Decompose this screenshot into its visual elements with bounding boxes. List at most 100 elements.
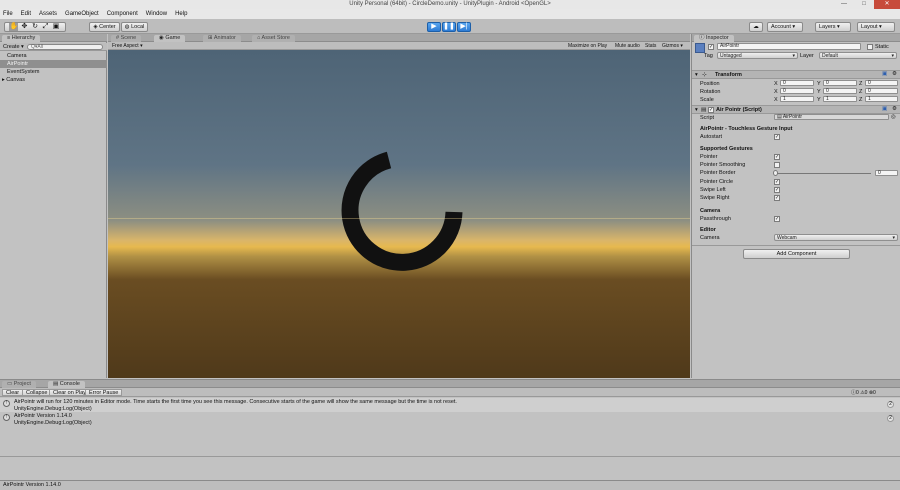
pointer-circle-label: Pointer Circle — [700, 179, 734, 185]
layer-label: Layer — [800, 53, 814, 59]
swipe-left-checkbox[interactable]: ✓ — [774, 187, 780, 193]
help-icon[interactable]: ▣ — [882, 71, 887, 77]
object-name-field[interactable]: AirPointr — [717, 43, 861, 50]
log-entry[interactable]: ! AirPointr Version 1.14.0 UnityEngine.D… — [0, 412, 900, 426]
move-tool-icon[interactable]: ✥ — [20, 23, 29, 31]
script-component-header[interactable]: ▾ ▤ ✓ Air Pointr (Script) ▣ ⚙ — [692, 105, 900, 114]
stats-toggle[interactable]: Stats — [645, 43, 656, 49]
pointer-border-value-field[interactable]: 0 — [875, 170, 898, 176]
rotate-tool-icon[interactable]: ↻ — [31, 23, 40, 31]
layout-dropdown[interactable]: Layout ▾ — [857, 22, 895, 32]
scale-label: Scale — [700, 97, 714, 103]
script-object-field[interactable]: ▤ AirPointr — [774, 114, 889, 120]
pivot-center-toggle[interactable]: ◈ Center — [89, 22, 120, 32]
game-toolbar: Free Aspect ▾ Maximize on Play Mute audi… — [108, 42, 690, 50]
scale-tool-icon[interactable]: ⤢ — [41, 23, 50, 31]
pointer-smoothing-checkbox[interactable] — [774, 162, 780, 168]
tab-hierarchy[interactable]: ≡ Hierarchy — [2, 35, 41, 42]
pointer-border-slider-track[interactable] — [775, 173, 871, 174]
close-button[interactable]: ✕ — [874, 0, 900, 9]
position-z-field[interactable]: 0 — [865, 80, 898, 86]
layers-dropdown[interactable]: Layers ▾ — [815, 22, 851, 32]
clear-button[interactable]: Clear — [2, 389, 24, 396]
menu-component[interactable]: Component — [107, 11, 138, 17]
progress-ring-icon — [341, 151, 463, 271]
layer-dropdown[interactable]: Default ▾ — [819, 52, 897, 59]
active-checkbox[interactable]: ✓ — [708, 44, 714, 50]
axis-y-label: Y — [817, 97, 821, 103]
error-pause-button[interactable]: Error Pause — [85, 389, 123, 396]
menu-window[interactable]: Window — [146, 11, 167, 17]
component-enabled-checkbox[interactable]: ✓ — [708, 107, 714, 113]
loading-ring-arc — [341, 151, 463, 271]
menu-edit[interactable]: Edit — [21, 11, 31, 17]
tab-animator[interactable]: ⊞ Animator — [203, 35, 241, 42]
position-y-field[interactable]: 0 — [823, 80, 857, 86]
collapse-button[interactable]: Collapse — [22, 389, 52, 396]
transform-title: Transform — [715, 72, 742, 78]
add-component-button[interactable]: Add Component — [743, 249, 850, 259]
play-button[interactable]: ▶ — [427, 22, 441, 32]
cloud-icon: ☁ — [753, 24, 759, 30]
aspect-dropdown[interactable]: Free Aspect ▾ — [112, 43, 143, 49]
chevron-down-icon: ▾ — [891, 53, 894, 59]
object-picker-icon[interactable]: ◎ — [891, 114, 896, 120]
hierarchy-search-input[interactable]: Q▾All — [27, 44, 103, 50]
hand-tool-icon[interactable]: ✋ — [9, 23, 19, 31]
hierarchy-item-airpointr[interactable]: AirPointr — [0, 60, 107, 68]
tab-project[interactable]: ▭ Project — [2, 381, 36, 388]
passthrough-label: Passthrough — [700, 216, 731, 222]
log-entry[interactable]: ! AirPointr will run for 120 minutes in … — [0, 398, 900, 412]
minimize-button[interactable]: — — [834, 0, 854, 9]
step-button[interactable]: ▶| — [457, 22, 471, 32]
scale-y-field[interactable]: 1 — [823, 96, 857, 102]
menu-help[interactable]: Help — [175, 11, 187, 17]
account-dropdown[interactable]: Account ▾ — [767, 22, 803, 32]
maximize-button[interactable]: □ — [854, 0, 874, 9]
settings-gear-icon[interactable]: ⚙ — [892, 106, 897, 112]
autostart-checkbox[interactable]: ✓ — [774, 134, 780, 140]
help-icon[interactable]: ▣ — [882, 106, 887, 112]
pointer-checkbox[interactable]: ✓ — [774, 154, 780, 160]
game-viewport[interactable] — [108, 50, 690, 378]
menu-gameobject[interactable]: GameObject — [65, 11, 99, 17]
clear-on-play-button[interactable]: Clear on Play — [49, 389, 91, 396]
scale-z-field[interactable]: 1 — [865, 96, 898, 102]
console-detail-divider[interactable] — [0, 456, 900, 457]
tag-dropdown[interactable]: Untagged ▾ — [717, 52, 798, 59]
editor-camera-dropdown[interactable]: Webcam ▾ — [774, 234, 898, 241]
settings-gear-icon[interactable]: ⚙ — [892, 71, 897, 77]
static-checkbox[interactable] — [867, 44, 873, 50]
console-panel: ▭ Project ▤ Console Clear Collapse Clear… — [0, 379, 900, 480]
maximize-on-play-toggle[interactable]: Maximize on Play — [568, 43, 607, 49]
create-dropdown[interactable]: Create ▾ — [3, 43, 24, 51]
scale-x-field[interactable]: 1 — [780, 96, 814, 102]
hierarchy-item-eventsystem[interactable]: EventSystem — [0, 68, 107, 76]
cloud-button[interactable]: ☁ — [749, 22, 763, 32]
transform-header[interactable]: ▾ ⊹ Transform ▣ ⚙ — [692, 70, 900, 79]
tab-console[interactable]: ▤ Console — [48, 381, 85, 388]
game-panel: # Scene ◉ Game ⊞ Animator ⌂ Asset Store … — [108, 34, 690, 378]
rotation-z-field[interactable]: 0 — [865, 88, 898, 94]
rect-tool-icon[interactable]: ▣ — [52, 23, 61, 31]
pivot-local-toggle[interactable]: ◍ Local — [121, 22, 148, 32]
swipe-right-checkbox[interactable]: ✓ — [774, 195, 780, 201]
rotation-x-field[interactable]: 0 — [780, 88, 814, 94]
menu-assets[interactable]: Assets — [39, 11, 57, 17]
position-x-field[interactable]: 0 — [780, 80, 814, 86]
gizmos-dropdown[interactable]: Gizmos ▾ — [662, 43, 683, 49]
hierarchy-item-canvas[interactable]: ▸ Canvas — [0, 76, 107, 84]
passthrough-checkbox[interactable]: ✓ — [774, 216, 780, 222]
tab-inspector[interactable]: ⓘ Inspector — [694, 35, 734, 42]
pointer-border-slider-thumb[interactable] — [773, 170, 778, 176]
pause-button[interactable]: ❚❚ — [442, 22, 456, 32]
menu-file[interactable]: File — [3, 11, 13, 17]
window-controls: — □ ✕ — [834, 0, 900, 9]
rotation-y-field[interactable]: 0 — [823, 88, 857, 94]
tab-game[interactable]: ◉ Game — [154, 35, 186, 42]
tab-scene[interactable]: # Scene — [111, 35, 142, 42]
mute-audio-toggle[interactable]: Mute audio — [615, 43, 640, 49]
tab-asset-store[interactable]: ⌂ Asset Store — [252, 35, 295, 42]
pointer-circle-checkbox[interactable]: ✓ — [774, 179, 780, 185]
hierarchy-item-camera[interactable]: Camera — [0, 52, 107, 60]
